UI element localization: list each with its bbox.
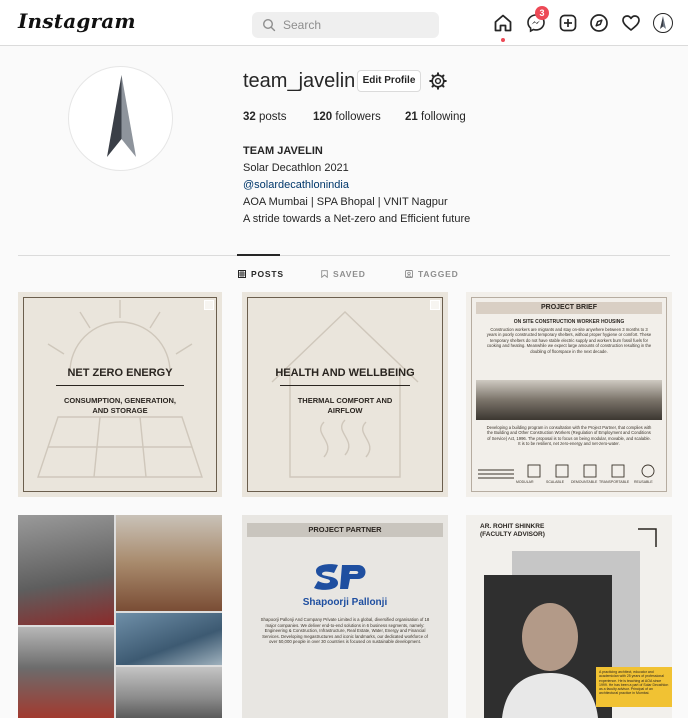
post-title: PROJECT PARTNER [247, 523, 443, 537]
posts-count: 32 posts [243, 111, 287, 123]
home-active-dot [501, 38, 505, 42]
new-post-icon[interactable] [557, 12, 579, 34]
active-tab-indicator [237, 254, 280, 256]
post-thumbnail[interactable]: PROJECT BRIEF ON SITE CONSTRUCTION WORKE… [466, 292, 672, 497]
post-subtitle: AND STORAGE [92, 406, 148, 415]
post-paragraph: Developing a building program in consult… [486, 425, 652, 447]
following-count[interactable]: 21 following [405, 111, 466, 123]
post-subtitle: ON SITE CONSTRUCTION WORKER HOUSING [513, 319, 625, 325]
site-sketch-image [476, 380, 662, 420]
home-icon[interactable] [492, 12, 514, 42]
post-subtitle: AIRFLOW [327, 406, 363, 415]
followers-label: followers [335, 111, 381, 123]
followers-number: 120 [313, 111, 333, 123]
bio-handle-link[interactable]: @solardecathlonindia [243, 177, 470, 194]
solar-panel-sun-icon [37, 300, 203, 478]
tab-saved[interactable]: SAVED [321, 269, 366, 279]
advisor-name: AR. ROHIT SHINKRE [480, 523, 545, 530]
construction-photo [116, 515, 222, 611]
explore-icon[interactable] [588, 12, 610, 34]
post-paragraph: Shapoorji Pallonji And Company Private L… [260, 617, 430, 645]
tab-posts[interactable]: POSTS [238, 269, 284, 279]
messages-badge: 3 [535, 6, 549, 20]
tab-tagged-label: TAGGED [418, 269, 459, 279]
tab-saved-label: SAVED [333, 269, 366, 279]
tab-tagged[interactable]: TAGGED [405, 269, 459, 279]
messenger-icon[interactable]: 3 [525, 6, 549, 34]
house-airflow-icon [271, 311, 419, 478]
post-thumbnail[interactable]: HEALTH AND WELLBEING THERMAL COMFORT AND… [242, 292, 448, 497]
following-label: following [421, 111, 466, 123]
construction-photo [116, 613, 222, 665]
post-title: NET ZERO ENERGY [67, 367, 173, 379]
feature-label: REUSABLE [634, 480, 653, 484]
profile-avatar[interactable] [68, 66, 173, 171]
corner-bracket-icon [638, 528, 657, 547]
post-thumbnail[interactable] [18, 515, 222, 718]
post-title: PROJECT BRIEF [476, 302, 662, 314]
bio-line: AOA Mumbai | SPA Bhopal | VNIT Nagpur [243, 196, 448, 208]
multiple-posts-icon [430, 300, 440, 310]
bio-line: Solar Decathlon 2021 [243, 162, 349, 174]
construction-photo [18, 515, 114, 625]
post-subtitle: THERMAL COMFORT AND [297, 396, 393, 405]
post-title: AR. ROHIT SHINKRE (FACULTY ADVISOR) [480, 523, 545, 539]
advisor-note: A practicing architect, educator and aca… [596, 667, 672, 707]
top-navigation-bar: Instagram Search 3 [0, 0, 688, 46]
following-number: 21 [405, 111, 418, 123]
edit-profile-button[interactable]: Edit Profile [357, 70, 421, 92]
profile-bio: TEAM JAVELIN Solar Decathlon 2021 @solar… [243, 143, 470, 228]
title-underline [56, 385, 184, 386]
post-title: HEALTH AND WELLBEING [275, 367, 415, 379]
followers-count[interactable]: 120 followers [313, 111, 381, 123]
posts-number: 32 [243, 111, 256, 123]
construction-photo [18, 627, 114, 718]
activity-heart-icon[interactable] [620, 12, 642, 34]
search-icon [262, 18, 276, 32]
posts-label: posts [259, 111, 287, 123]
advisor-portrait-photo [484, 575, 612, 718]
feature-label: DEMOUNTABLE [571, 480, 598, 484]
partner-name: Shapoorji Pallonji [302, 597, 388, 608]
advisor-role: (FACULTY ADVISOR) [480, 531, 545, 538]
settings-gear-icon[interactable] [429, 72, 447, 90]
feature-label: SCALABLE [546, 480, 565, 484]
feature-label: MODULAR [516, 480, 534, 484]
profile-avatar-icon[interactable] [652, 12, 674, 34]
post-subtitle: CONSUMPTION, GENERATION, [64, 396, 176, 405]
construction-photo [116, 667, 222, 718]
profile-username: team_javelin [243, 70, 356, 92]
shapoorji-pallonji-logo [314, 564, 366, 590]
post-thumbnail[interactable]: AR. ROHIT SHINKRE (FACULTY ADVISOR) A pr… [466, 515, 672, 718]
post-thumbnail[interactable]: NET ZERO ENERGY CONSUMPTION, GENERATION,… [18, 292, 222, 497]
tab-posts-label: POSTS [251, 269, 284, 279]
post-thumbnail[interactable]: PROJECT PARTNER Shapoorji Pallonji Shapo… [242, 515, 448, 718]
portrait-silhouette [502, 603, 598, 718]
search-input[interactable]: Search [252, 12, 439, 38]
grid-icon [238, 270, 246, 278]
feature-label: TRANSPORTABLE [599, 480, 630, 484]
tabs-divider [18, 255, 670, 256]
javelin-logo-icon [107, 75, 136, 157]
post-paragraph: Construction workers are migrants and st… [486, 327, 652, 354]
bio-name: TEAM JAVELIN [243, 145, 323, 157]
tagged-person-icon [405, 270, 413, 278]
bookmark-icon [321, 270, 328, 278]
bio-line: A stride towards a Net-zero and Efficien… [243, 213, 471, 225]
multiple-posts-icon [204, 300, 214, 310]
instagram-logo[interactable]: Instagram [18, 9, 136, 33]
search-placeholder: Search [283, 18, 322, 32]
title-underline [280, 385, 410, 386]
